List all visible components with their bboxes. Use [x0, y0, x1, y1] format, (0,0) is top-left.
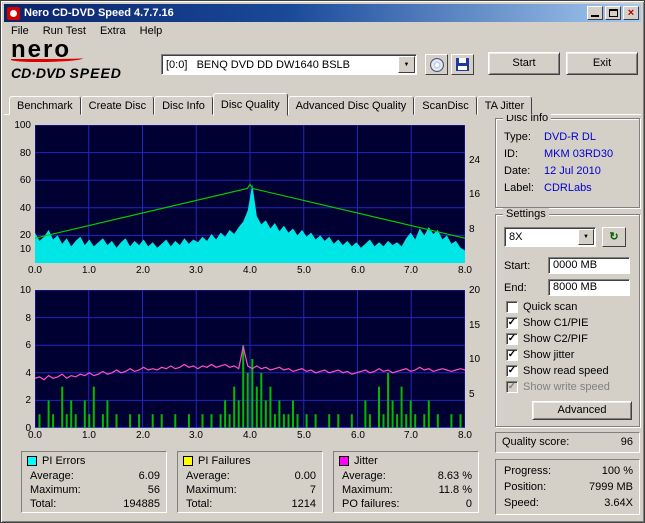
start-position-field[interactable]: 0000 MB — [548, 257, 630, 274]
pi-failures-panel: PI Failures Average: 0.00 Maximum: 7 Tot… — [177, 451, 323, 513]
pi-errors-legend-swatch — [27, 456, 37, 466]
title-bar[interactable]: Nero CD-DVD Speed 4.7.7.16 × — [4, 4, 641, 22]
jitter-legend-swatch — [339, 456, 349, 466]
speed-label: Speed: — [504, 497, 539, 509]
checkbox-show-write-speed: Show write speed — [496, 381, 639, 395]
disc-type-label: Type: — [504, 131, 531, 143]
checkbox-show-read-speed[interactable]: Show read speed — [496, 365, 639, 379]
jitter-maximum: 11.8 % — [438, 484, 472, 496]
quality-score-label: Quality score: — [502, 436, 570, 448]
pi-errors-title: PI Errors — [42, 455, 86, 467]
speed-value: 3.64X — [604, 497, 633, 509]
menu-extra[interactable]: Extra — [93, 23, 133, 39]
pie-readspeed-chart: 100 80 60 40 20 10 24 16 8 0.0 1.0 2.0 3.0 4.0 5.0 6.0 7… — [9, 119, 491, 279]
settings-title: Settings — [503, 208, 549, 220]
tab-ta-jitter[interactable]: TA Jitter — [476, 96, 533, 115]
checkbox-box[interactable] — [506, 301, 518, 313]
checkbox-box[interactable] — [506, 349, 518, 361]
pi-errors-panel: PI Errors Average: 6.09 Maximum: 56 Tota… — [21, 451, 167, 513]
logo-product: CD·DVD — [11, 65, 66, 81]
start-field-label: Start: — [504, 260, 531, 272]
checkbox-quick-scan[interactable]: Quick scan — [496, 301, 639, 315]
tab-scandisc[interactable]: ScanDisc — [414, 96, 477, 115]
pi-failures-title: PI Failures — [198, 455, 251, 467]
progress-label: Progress: — [504, 465, 552, 477]
jitter-panel: Jitter Average: 8.63 % Maximum: 11.8 % P… — [333, 451, 479, 513]
end-field-label: End: — [504, 282, 527, 294]
window-title: Nero CD-DVD Speed 4.7.7.16 — [24, 7, 174, 19]
pi-failures-maximum: 7 — [309, 484, 316, 496]
po-failures-value: 0 — [465, 498, 472, 510]
maximize-button[interactable] — [605, 6, 621, 20]
nero-logo-text: nero — [11, 36, 72, 63]
speed-select[interactable]: 8X ▼ — [504, 227, 596, 247]
checkbox-show-c2-pif[interactable]: Show C2/PIF — [496, 333, 639, 347]
chevron-down-icon: ▼ — [583, 234, 589, 240]
refresh-icon: ↻ — [609, 231, 619, 243]
app-window: Nero CD-DVD Speed 4.7.7.16 × File Run Te… — [0, 0, 645, 523]
tab-advanced-disc-quality[interactable]: Advanced Disc Quality — [287, 96, 415, 115]
checkbox-box — [506, 381, 518, 393]
menu-bar: File Run Test Extra Help — [4, 22, 641, 40]
disc-date-value: 12 Jul 2010 — [544, 165, 601, 177]
close-button[interactable]: × — [623, 6, 639, 20]
disc-label-value: CDRLabs — [544, 182, 592, 194]
disc-icon — [429, 57, 444, 72]
jitter-title: Jitter — [354, 455, 378, 467]
chevron-down-icon: ▼ — [403, 61, 410, 68]
checkbox-show-jitter[interactable]: Show jitter — [496, 349, 639, 363]
save-button[interactable] — [451, 54, 474, 75]
jitter-average: 8.63 % — [437, 470, 472, 482]
nero-logo: nero CD·DVD SPEED — [11, 36, 159, 87]
eject-disc-button[interactable] — [425, 54, 448, 75]
start-button[interactable]: Start — [488, 52, 560, 75]
checkbox-box[interactable] — [506, 333, 518, 345]
advanced-button[interactable]: Advanced — [532, 401, 632, 420]
disc-id-label: ID: — [504, 148, 519, 160]
speed-select-arrow[interactable]: ▼ — [578, 229, 594, 245]
minimize-icon — [591, 15, 599, 17]
progress-value: 100 % — [601, 465, 633, 477]
disc-id-value: MKM 03RD30 — [544, 148, 614, 160]
tab-create-disc[interactable]: Create Disc — [80, 96, 155, 115]
drive-select-arrow[interactable]: ▼ — [398, 56, 415, 73]
tab-disc-info[interactable]: Disc Info — [154, 96, 213, 115]
tab-strip: Benchmark Create Disc Disc Info Disc Qua… — [9, 92, 533, 116]
tab-benchmark[interactable]: Benchmark — [9, 96, 81, 115]
pi-errors-average: 6.09 — [138, 470, 160, 482]
drive-select-value: [0:0] BENQ DVD DD DW1640 BSLB — [166, 58, 351, 71]
drive-select[interactable]: [0:0] BENQ DVD DD DW1640 BSLB ▼ — [161, 54, 417, 75]
pi-failures-total: 1214 — [291, 498, 316, 510]
quality-score-box: Quality score: 96 — [495, 432, 640, 453]
save-icon — [456, 58, 469, 71]
position-value: 7999 MB — [588, 481, 633, 493]
exit-button[interactable]: Exit — [566, 52, 638, 75]
speed-select-value: 8X — [509, 231, 523, 243]
close-icon: × — [627, 7, 635, 19]
pi-errors-total: 194885 — [123, 498, 160, 510]
disc-label-label: Label: — [504, 182, 534, 194]
pif-jitter-chart: 10 8 6 4 2 0 20 15 10 5 0.0 1.0 2.0 3.0 4.0 5.0 6.0 7.0 8.… — [9, 284, 491, 444]
checkbox-box[interactable] — [506, 365, 518, 377]
pi-errors-maximum: 56 — [147, 484, 160, 496]
pi-failures-average: 0.00 — [294, 470, 316, 482]
checkbox-show-c1-pie[interactable]: Show C1/PIE — [496, 317, 639, 331]
app-icon — [7, 6, 20, 20]
refresh-button[interactable]: ↻ — [602, 227, 626, 247]
tab-disc-quality[interactable]: Disc Quality — [212, 93, 288, 116]
disc-type-value: DVD-R DL — [544, 131, 596, 143]
minimize-button[interactable] — [587, 6, 603, 20]
end-position-field[interactable]: 8000 MB — [548, 279, 630, 296]
disc-date-label: Date: — [504, 165, 531, 177]
position-label: Position: — [504, 481, 547, 493]
progress-box: Progress: 100 % Position: 7999 MB Speed:… — [495, 459, 640, 515]
disc-info-group: Disc info Type: DVD-R DL ID: MKM 03RD30 … — [495, 112, 640, 208]
pi-failures-legend-swatch — [183, 456, 193, 466]
maximize-icon — [609, 9, 618, 17]
checkbox-box[interactable] — [506, 317, 518, 329]
settings-group: Settings 8X ▼ ↻ Start: 0000 MB End: 8000… — [495, 208, 640, 427]
logo-speed: SPEED — [69, 65, 122, 81]
quality-score-value: 96 — [620, 436, 633, 448]
menu-help[interactable]: Help — [133, 23, 170, 39]
